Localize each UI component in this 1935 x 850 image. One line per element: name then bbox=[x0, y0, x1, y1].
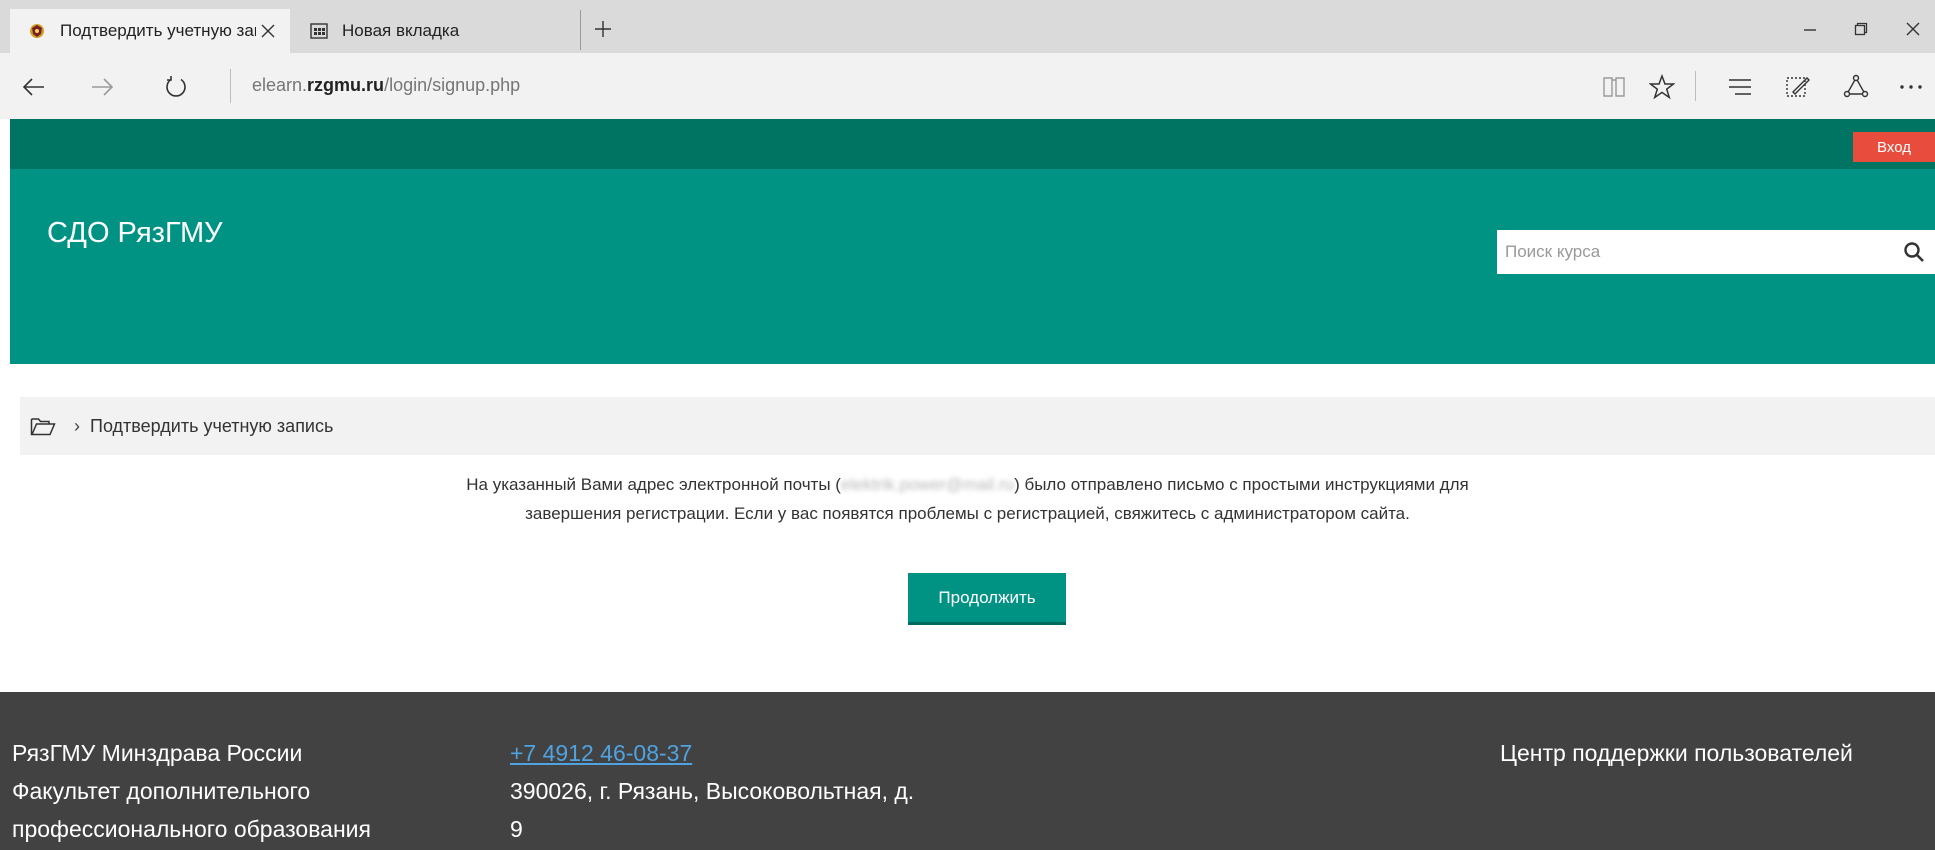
site-emblem-icon bbox=[28, 22, 46, 40]
site-title[interactable]: СДО РязГМУ bbox=[47, 217, 223, 250]
hub-button[interactable] bbox=[1722, 69, 1758, 105]
site-footer: РязГМУ Минздрава России Факультет дополн… bbox=[0, 692, 1935, 850]
refresh-button[interactable] bbox=[158, 69, 194, 105]
forward-button[interactable] bbox=[84, 69, 120, 105]
breadcrumb-current: Подтвердить учетную запись bbox=[90, 415, 334, 436]
tab-confirm-account[interactable]: Подтвердить учетную запись bbox=[10, 9, 290, 53]
site-header: СДО РязГМУ bbox=[10, 169, 1935, 364]
message-line-1: На указанный Вами адрес электронной почт… bbox=[200, 470, 1735, 499]
close-icon bbox=[1906, 22, 1920, 36]
restore-icon bbox=[1854, 22, 1868, 36]
site-top-bar: Вход bbox=[10, 119, 1935, 169]
course-search bbox=[1497, 230, 1935, 274]
tab-title: Новая вкладка bbox=[342, 21, 460, 40]
minimize-button[interactable] bbox=[1790, 14, 1830, 44]
support-center-link[interactable]: Центр поддержки пользователей bbox=[1500, 734, 1853, 772]
more-button[interactable] bbox=[1893, 69, 1929, 105]
breadcrumb-separator: › bbox=[74, 415, 80, 436]
login-button[interactable]: Вход bbox=[1853, 132, 1935, 162]
share-button[interactable] bbox=[1838, 69, 1874, 105]
address-line-2: 9 bbox=[510, 816, 523, 842]
minimize-icon bbox=[1804, 29, 1816, 31]
footer-organization: РязГМУ Минздрава России Факультет дополн… bbox=[12, 740, 371, 842]
address-divider bbox=[230, 69, 231, 103]
star-icon bbox=[1649, 74, 1675, 100]
search-icon[interactable] bbox=[1903, 241, 1925, 263]
pen-note-icon bbox=[1786, 77, 1810, 97]
reading-view-button[interactable] bbox=[1596, 69, 1632, 105]
footer-contacts: +7 4912 46-08-37 390026, г. Рязань, Высо… bbox=[510, 734, 1030, 848]
folder-home-icon[interactable] bbox=[30, 413, 62, 439]
browser-tab-bar: Подтвердить учетную запись Новая вкладка bbox=[0, 0, 1935, 53]
plus-icon bbox=[595, 21, 611, 37]
arrow-right-icon bbox=[92, 78, 114, 96]
browser-nav-bar: elearn.rzgmu.ru/login/signup.php bbox=[0, 53, 1935, 119]
new-tab-button[interactable] bbox=[588, 14, 618, 44]
window-close-button[interactable] bbox=[1893, 14, 1933, 44]
address-bar[interactable]: elearn.rzgmu.ru/login/signup.php bbox=[252, 75, 520, 96]
arrow-left-icon bbox=[22, 78, 44, 96]
continue-button[interactable]: Продолжить bbox=[908, 573, 1066, 625]
new-tab-page-icon bbox=[310, 22, 328, 40]
tab-divider bbox=[580, 10, 581, 50]
tab-new-tab[interactable]: Новая вкладка bbox=[292, 9, 582, 53]
close-icon[interactable] bbox=[256, 19, 280, 43]
refresh-icon bbox=[166, 76, 186, 97]
toolbar-divider bbox=[1695, 71, 1696, 101]
more-dots-icon bbox=[1900, 85, 1922, 89]
address-line-1: 390026, г. Рязань, Высоковольтная, д. bbox=[510, 778, 915, 804]
email-address: elektrik.power@mail.ru bbox=[840, 475, 1015, 494]
favorites-button[interactable] bbox=[1644, 69, 1680, 105]
search-input[interactable] bbox=[1497, 232, 1887, 272]
tab-title: Подтвердить учетную запись bbox=[60, 21, 256, 40]
restore-button[interactable] bbox=[1841, 14, 1881, 44]
book-icon bbox=[1603, 77, 1625, 97]
back-button[interactable] bbox=[16, 69, 52, 105]
breadcrumb: › Подтвердить учетную запись bbox=[20, 397, 1935, 455]
phone-link[interactable]: +7 4912 46-08-37 bbox=[510, 734, 1030, 772]
hub-icon bbox=[1729, 79, 1751, 95]
message-line-2: завершения регистрации. Если у вас появя… bbox=[525, 504, 1410, 523]
share-icon bbox=[1843, 74, 1869, 98]
web-note-button[interactable] bbox=[1780, 69, 1816, 105]
confirmation-message: На указанный Вами адрес электронной почт… bbox=[200, 470, 1735, 528]
